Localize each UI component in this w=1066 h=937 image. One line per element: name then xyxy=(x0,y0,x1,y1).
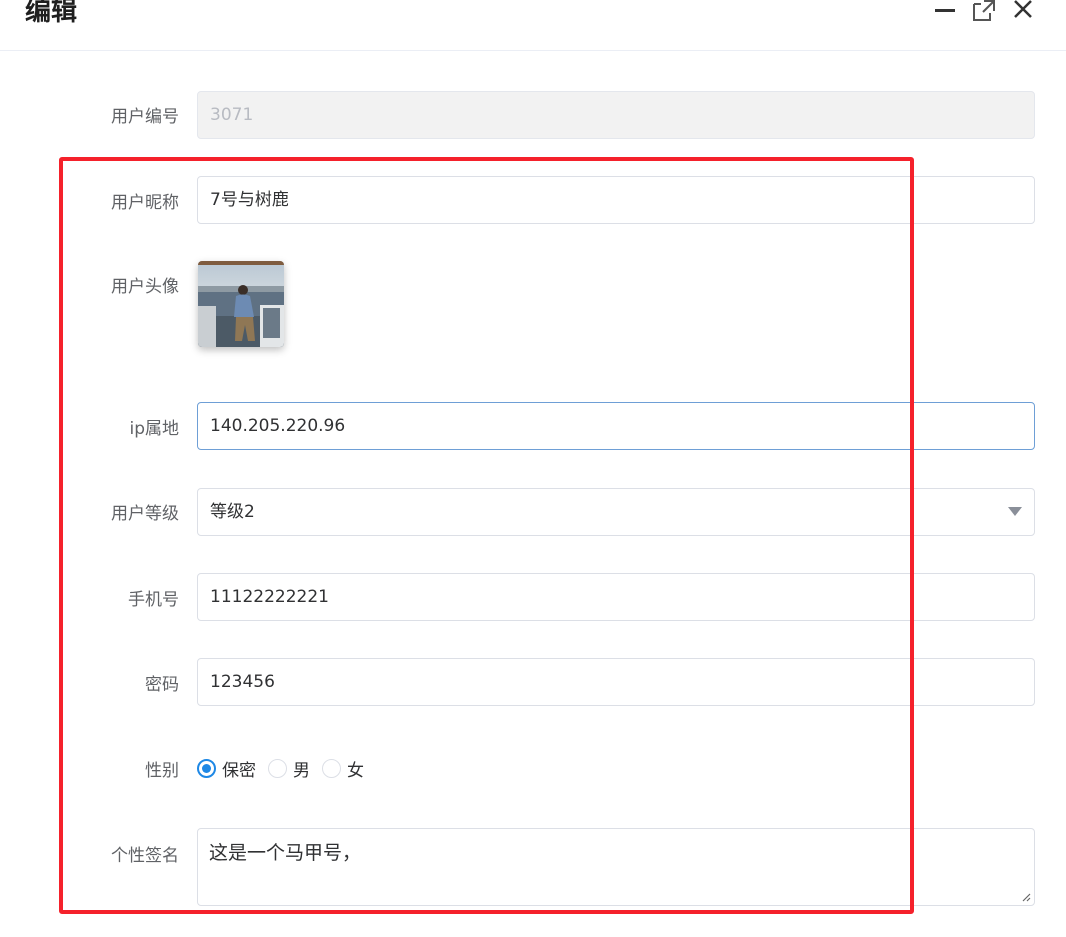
signature-textarea[interactable]: 这是一个马甲号， xyxy=(197,828,1035,906)
gender-label: 性别 xyxy=(145,761,179,781)
ip-label: ip属地 xyxy=(129,419,179,439)
user-id-input[interactable]: 3071 xyxy=(197,91,1035,139)
nickname-label: 用户昵称 xyxy=(111,193,179,213)
dialog-title: 编辑 xyxy=(25,0,78,27)
radio-unchecked-icon xyxy=(268,758,287,778)
gender-option-label: 保密 xyxy=(222,760,256,781)
gender-radio-group: 保密 男 女 xyxy=(197,756,376,781)
avatar-label: 用户头像 xyxy=(111,277,179,297)
gender-radio-secret[interactable]: 保密 xyxy=(197,756,256,781)
chevron-down-icon[interactable] xyxy=(1008,507,1022,516)
edit-dialog: 编辑 用户编号 3071 用户昵称 7号与树鹿 用户头像 ip属地 140.20… xyxy=(0,0,1066,937)
ip-input[interactable]: 140.205.220.96 xyxy=(197,402,1035,450)
password-label: 密码 xyxy=(145,675,179,695)
user-id-label: 用户编号 xyxy=(111,107,179,127)
resize-handle-icon[interactable] xyxy=(1021,892,1031,902)
phone-input[interactable]: 11122222221 xyxy=(197,573,1035,621)
avatar-image[interactable] xyxy=(198,261,284,347)
maximize-icon[interactable] xyxy=(971,0,999,22)
signature-text: 这是一个马甲号， xyxy=(209,842,362,864)
signature-label: 个性签名 xyxy=(111,846,179,866)
radio-checked-icon xyxy=(197,758,216,778)
password-input[interactable]: 123456 xyxy=(197,658,1035,706)
minimize-icon[interactable] xyxy=(932,0,960,22)
radio-unchecked-icon xyxy=(322,758,341,778)
close-icon[interactable] xyxy=(1010,0,1038,22)
gender-option-label: 女 xyxy=(347,760,364,781)
gender-option-label: 男 xyxy=(293,760,310,781)
gender-radio-male[interactable]: 男 xyxy=(268,756,310,781)
dialog-header: 编辑 xyxy=(0,0,1066,51)
phone-label: 手机号 xyxy=(128,590,179,610)
level-select-value: 等级2 xyxy=(210,502,255,522)
level-select[interactable]: 等级2 xyxy=(197,488,1035,536)
level-label: 用户等级 xyxy=(111,504,179,524)
nickname-input[interactable]: 7号与树鹿 xyxy=(197,176,1035,224)
gender-radio-female[interactable]: 女 xyxy=(322,756,364,781)
